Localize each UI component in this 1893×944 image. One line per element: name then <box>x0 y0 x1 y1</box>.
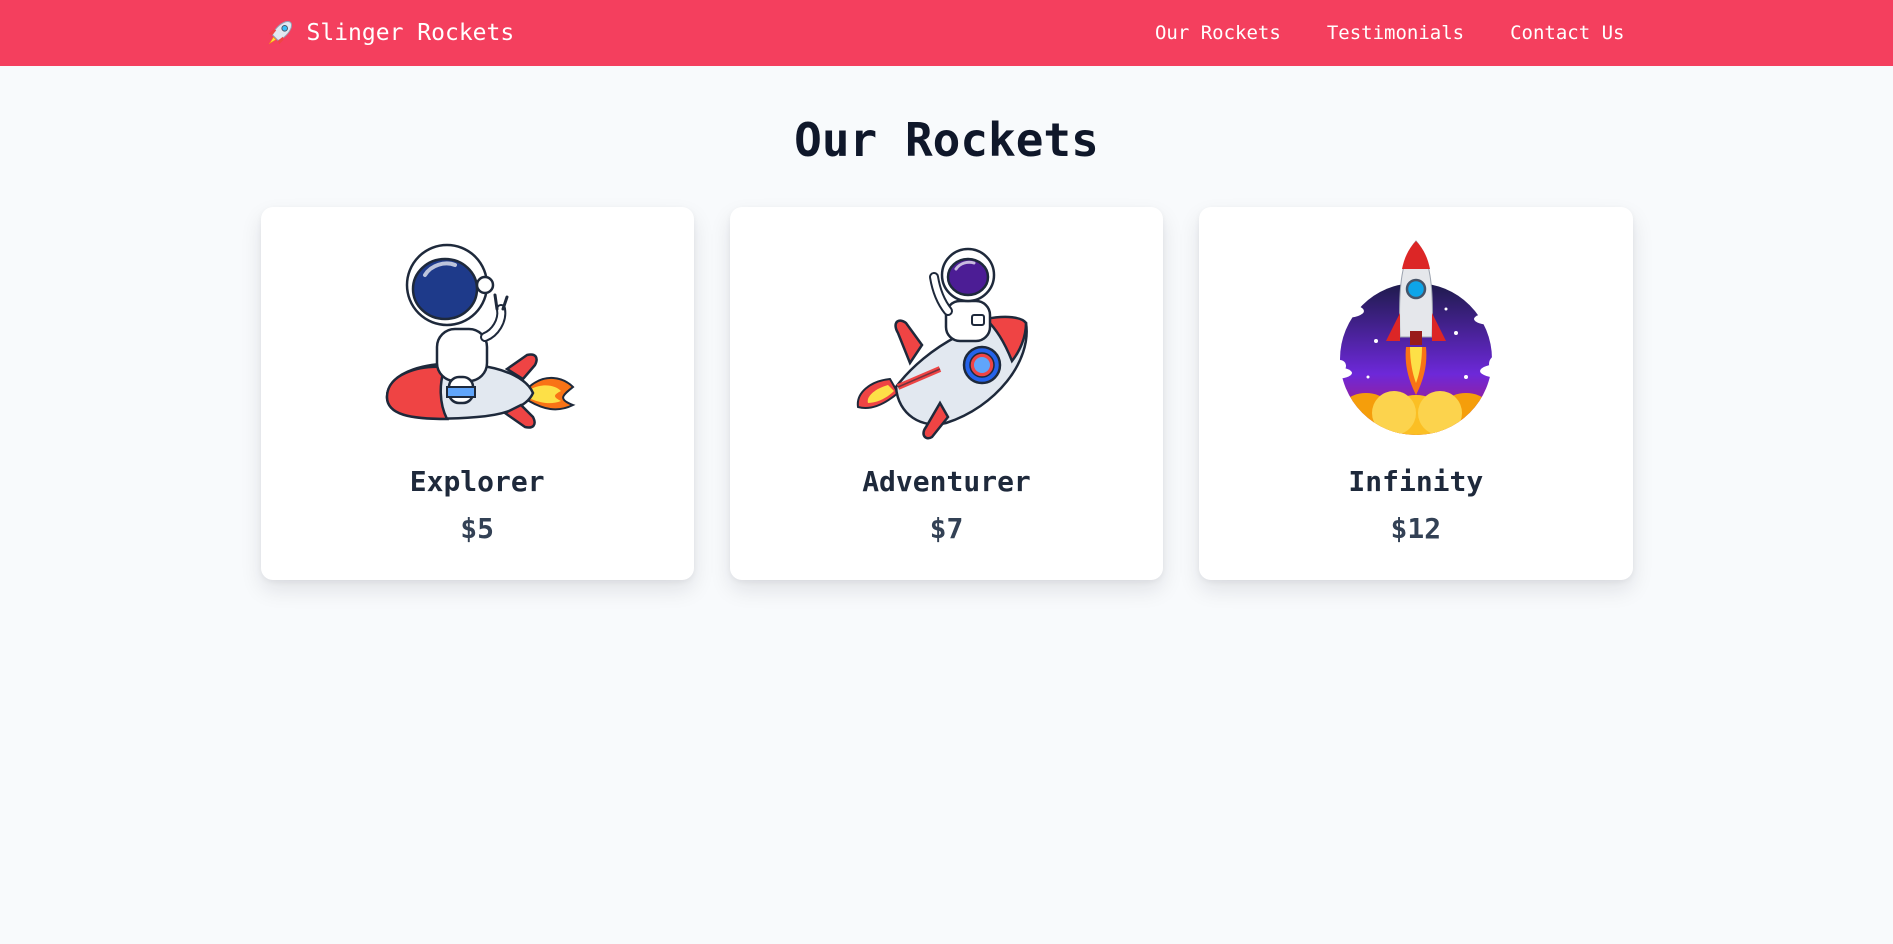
product-card-explorer[interactable]: Explorer $5 <box>260 207 694 580</box>
product-price: $7 <box>929 512 964 545</box>
nav-links: Our Rockets Testimonials Contact Us <box>1155 22 1625 44</box>
product-name: Infinity <box>1348 465 1484 498</box>
product-card-infinity[interactable]: Infinity $12 <box>1199 207 1633 580</box>
product-card-adventurer[interactable]: Adventurer $7 <box>729 207 1164 580</box>
rocket-launch-night-sky-illustration <box>1315 240 1524 435</box>
product-name: Adventurer <box>862 465 1031 498</box>
brand-link[interactable]: Slinger Rockets <box>265 18 515 48</box>
brand-name: Slinger Rockets <box>306 20 515 46</box>
astronaut-waving-on-rocket-illustration <box>857 247 1029 440</box>
navbar: Slinger Rockets Our Rockets Testimonials… <box>0 0 1893 66</box>
nav-link-our-rockets[interactable]: Our Rockets <box>1155 22 1281 44</box>
product-grid: Explorer $5 Adventurer $7 Infinity $12 <box>251 207 1643 580</box>
main-content: Our Rockets Explorer $5 Adventurer $7 In… <box>0 113 1893 580</box>
navbar-inner: Slinger Rockets Our Rockets Testimonials… <box>257 18 1637 48</box>
product-price: $12 <box>1390 512 1442 545</box>
page-title: Our Rockets <box>794 113 1099 167</box>
nav-link-testimonials[interactable]: Testimonials <box>1327 22 1464 44</box>
product-price: $5 <box>460 512 495 545</box>
rocket-icon <box>268 21 292 45</box>
nav-link-contact-us[interactable]: Contact Us <box>1510 22 1624 44</box>
product-name: Explorer <box>409 465 545 498</box>
astronaut-riding-rocket-illustration <box>385 243 576 429</box>
